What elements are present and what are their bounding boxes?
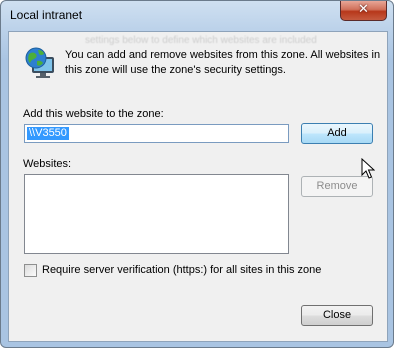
website-input-value: \\V3550 <box>27 127 69 140</box>
websites-label: Websites: <box>23 158 72 170</box>
close-icon: ✕ <box>358 2 369 17</box>
mouse-cursor-icon <box>361 158 375 179</box>
intro-text: You can add and remove websites from thi… <box>65 49 381 76</box>
close-button[interactable]: Close <box>301 305 373 326</box>
background-text: settings below to define which websites … <box>85 35 317 46</box>
website-input[interactable]: \\V3550 <box>24 124 289 143</box>
websites-list[interactable] <box>24 174 289 254</box>
dialog-window: Local intranet ✕ settings below to defin… <box>0 0 394 348</box>
title-bar[interactable]: Local intranet <box>1 1 393 31</box>
add-website-label: Add this website to the zone: <box>23 108 164 120</box>
dialog-body: settings below to define which websites … <box>8 31 388 342</box>
window-close-button[interactable]: ✕ <box>340 1 387 21</box>
window-title: Local intranet <box>10 8 83 22</box>
globe-monitor-icon <box>25 47 54 78</box>
add-button[interactable]: Add <box>301 123 373 144</box>
require-verification-label[interactable]: Require server verification (https:) for… <box>42 264 321 276</box>
require-verification-checkbox[interactable] <box>24 264 37 277</box>
